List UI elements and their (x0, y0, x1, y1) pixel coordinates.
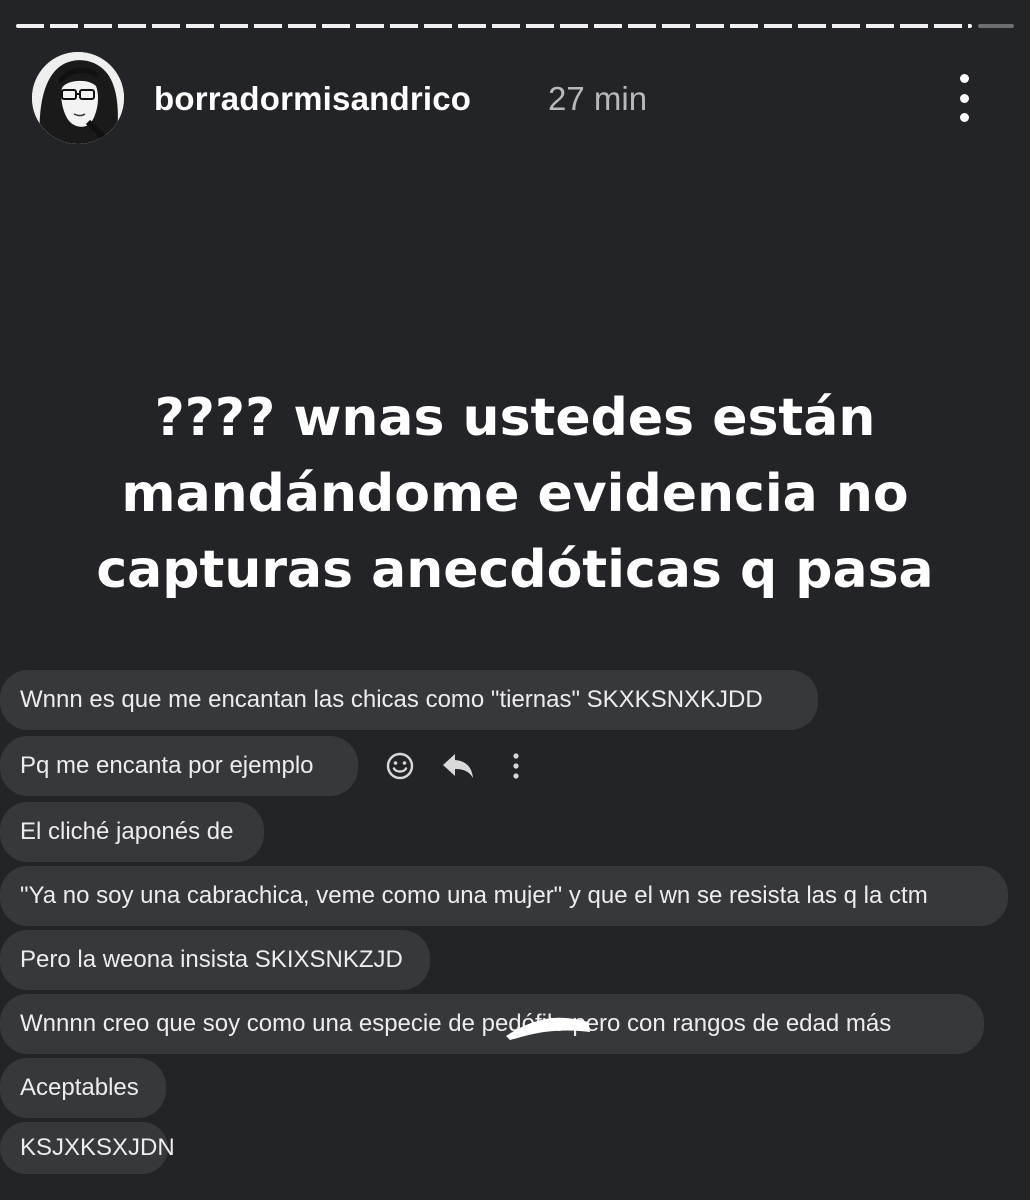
message-bubble[interactable]: Wnnnn creo que soy como una especie de p… (0, 994, 984, 1054)
menu-dot (959, 74, 969, 83)
message-row: KSJXKSXJDN (0, 1122, 175, 1174)
story-progress-remaining (978, 24, 1014, 28)
message-row: Wnnn es que me encantan las chicas como … (0, 670, 818, 730)
message-row: Aceptables (0, 1058, 166, 1118)
story-username[interactable]: borradormisandrico (154, 80, 471, 118)
more-vertical-icon[interactable] (496, 746, 536, 786)
story-caption: ???? wnas ustedes están mandándome evide… (96, 388, 934, 600)
redaction-scribble (506, 1017, 590, 1040)
message-bubble[interactable]: El cliché japonés de (0, 802, 264, 862)
message-row: El cliché japonés de (0, 802, 264, 862)
menu-dot (959, 113, 969, 122)
story-timestamp: 27 min (548, 80, 648, 117)
message-actions (380, 746, 536, 786)
message-bubble[interactable]: KSJXKSXJDN (0, 1122, 175, 1174)
message-row: Pero la weona insista SKIXSNKZJD (0, 930, 430, 990)
menu-dot (959, 93, 969, 103)
message-bubble[interactable]: "Ya no soy una cabrachica, veme como una… (0, 866, 1008, 926)
message-row: Wnnnn creo que soy como una especie de p… (0, 994, 984, 1054)
message-bubble[interactable]: Pero la weona insista SKIXSNKZJD (0, 930, 430, 990)
avatar[interactable] (32, 52, 124, 144)
story-progress-segments (16, 24, 972, 28)
message-bubble[interactable]: Aceptables (0, 1058, 166, 1118)
avatar-illustration (32, 52, 124, 144)
smiley-icon[interactable] (380, 746, 420, 786)
message-bubble[interactable]: Wnnn es que me encantan las chicas como … (0, 670, 818, 730)
message-row: "Ya no soy una cabrachica, veme como una… (0, 866, 1008, 926)
more-vertical-icon[interactable] (944, 74, 984, 122)
message-bubble[interactable]: Pq me encanta por ejemplo (0, 736, 358, 796)
message-row: Pq me encanta por ejemplo (0, 736, 536, 796)
reply-icon[interactable] (438, 746, 478, 786)
story-header: borradormisandrico 27 min (32, 52, 998, 148)
story-progress-bar (16, 20, 1014, 32)
